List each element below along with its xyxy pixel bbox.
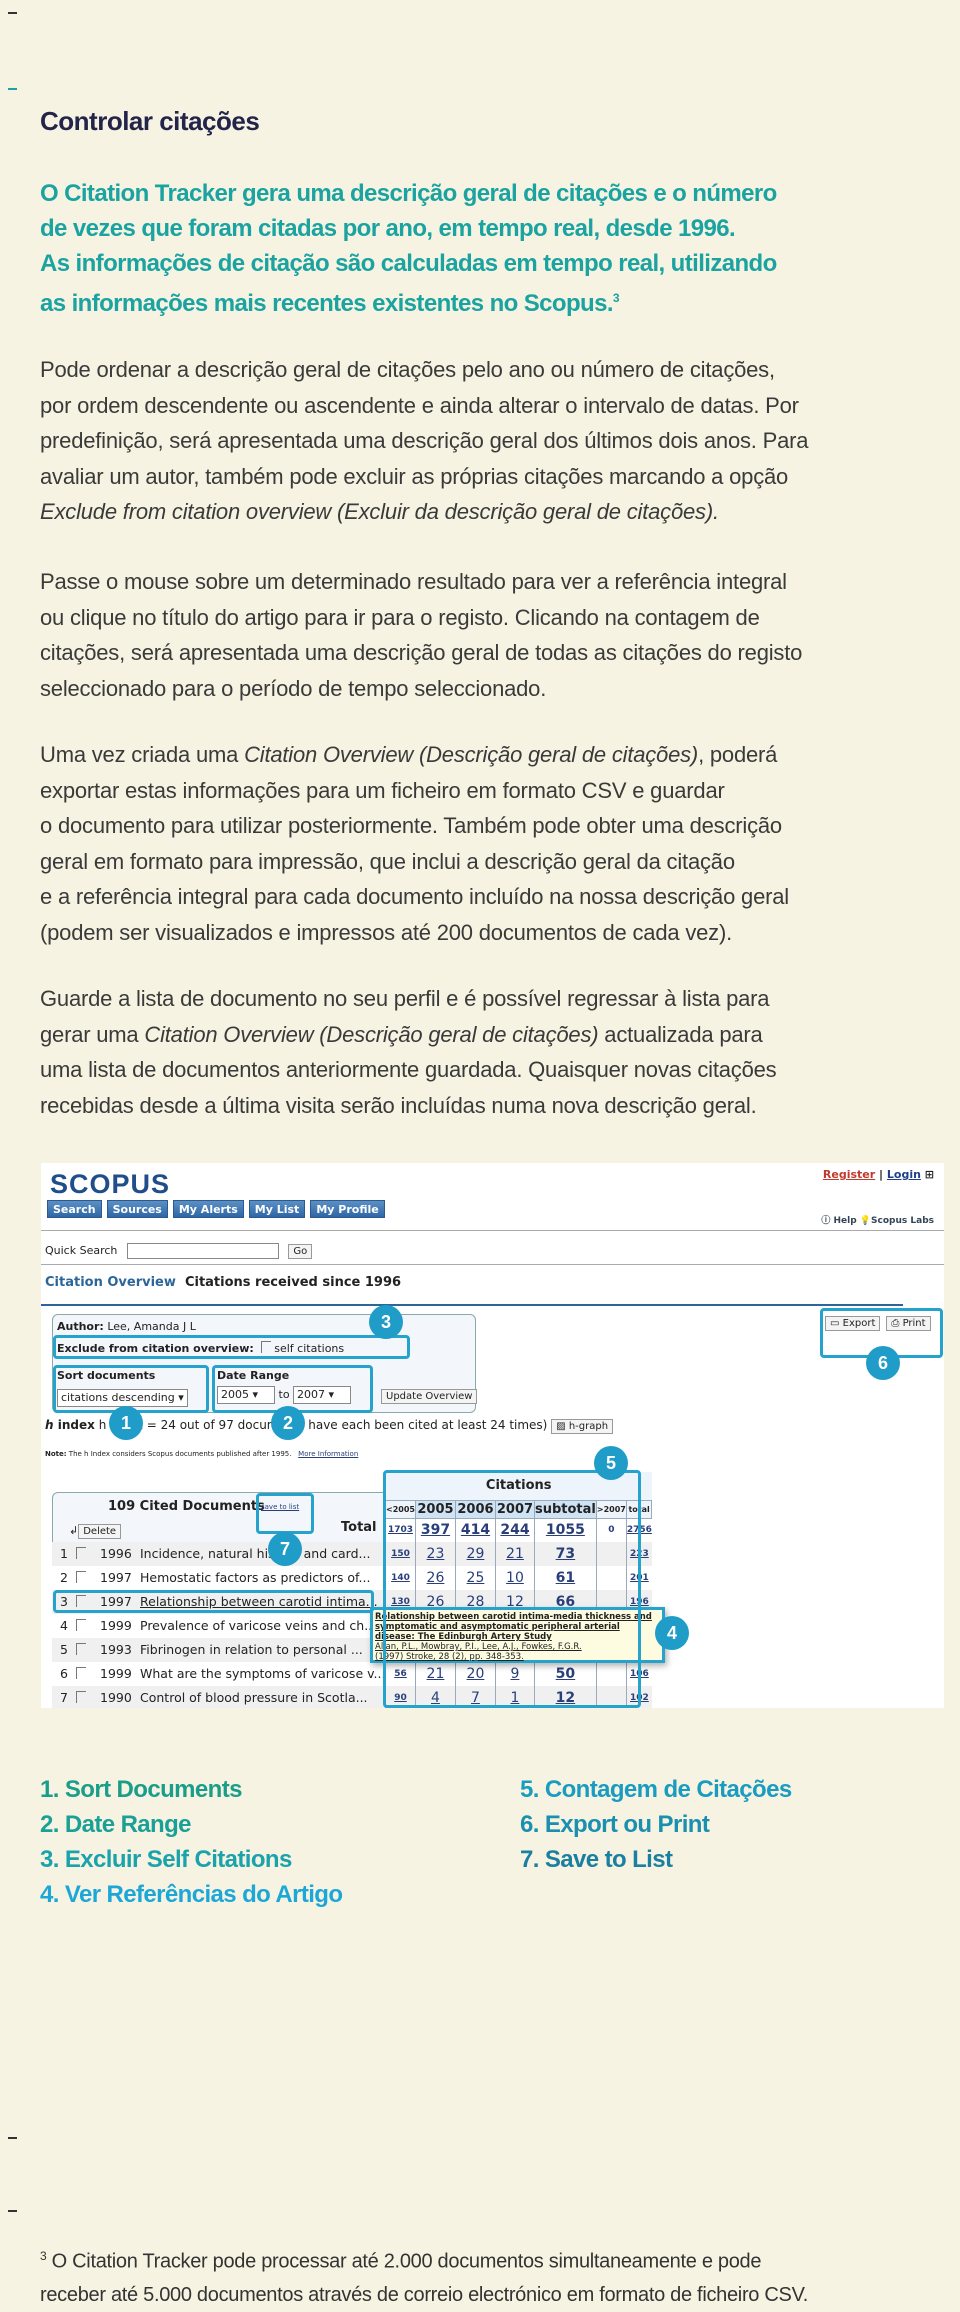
callout-badge-2: 2 <box>271 1406 305 1440</box>
document-row: 7 1990 Control of blood pressure in Scotla… <box>52 1686 387 1708</box>
scopus-logo: SCOPUS <box>50 1169 171 1199</box>
total-label: Total <box>341 1520 377 1535</box>
go-button[interactable]: Go <box>288 1244 313 1259</box>
highlight-save <box>256 1493 314 1534</box>
cited-documents-count: 109 Cited Documents <box>108 1499 265 1514</box>
legend-item: 6. Export ou Print <box>520 1811 710 1838</box>
callout-badge-1: 1 <box>109 1406 143 1440</box>
row-number: 1 <box>60 1546 68 1561</box>
divider <box>8 88 17 90</box>
note-label: Note: <box>45 1450 67 1458</box>
row-year: 1999 <box>100 1618 132 1633</box>
register-link[interactable]: Register <box>823 1168 875 1181</box>
h-index-text: h index = 24 out of 97 documents have ea… <box>98 1418 548 1432</box>
labs-icon: 💡 <box>859 1216 872 1226</box>
divider <box>8 12 17 14</box>
callout-badge-7: 7 <box>268 1532 302 1566</box>
row-checkbox[interactable] <box>76 1547 86 1559</box>
highlight-exclude <box>53 1335 410 1359</box>
legend-item: 4. Ver Referências do Artigo <box>40 1881 343 1908</box>
body-paragraph: Guarde a lista de documento no seu perfi… <box>40 986 777 1118</box>
row-title-link[interactable]: Incidence, natural history and card... <box>140 1542 370 1566</box>
body-paragraph: Pode ordenar a descrição geral de citaçõ… <box>40 357 809 524</box>
legend-item: 1. Sort Documents <box>40 1776 242 1803</box>
divider <box>8 2137 17 2139</box>
highlight-row <box>53 1590 374 1613</box>
row-number: 7 <box>60 1690 68 1705</box>
row-checkbox[interactable] <box>76 1619 86 1631</box>
delete-arrow-icon: ↲ <box>69 1524 79 1537</box>
lead-line: O Citation Tracker gera uma descrição ge… <box>40 180 777 207</box>
quick-search-label: Quick Search <box>45 1244 118 1257</box>
document-row: 2 1997 Hemostatic factors as predictors of… <box>52 1566 387 1590</box>
row-checkbox[interactable] <box>76 1571 86 1583</box>
delete-button[interactable]: Delete <box>78 1524 122 1539</box>
nav-bar: Search Sources My Alerts My List My Profile <box>47 1200 385 1218</box>
legend-item: 3. Excluir Self Citations <box>40 1846 292 1873</box>
author-name: Lee, Amanda J L <box>107 1320 196 1333</box>
legend-item: 5. Contagem de Citações <box>520 1776 792 1803</box>
nav-sources[interactable]: Sources <box>106 1200 168 1218</box>
labs-link[interactable]: Scopus Labs <box>871 1216 934 1226</box>
row-number: 5 <box>60 1642 68 1657</box>
lead-paragraph: O Citation Tracker gera uma descrição ge… <box>40 176 777 321</box>
nav-my-profile[interactable]: My Profile <box>310 1200 385 1218</box>
row-number: 2 <box>60 1570 68 1585</box>
h-graph-button[interactable]: ▨ h-graph <box>551 1419 614 1434</box>
body-paragraph: Passe o mouse sobre um determinado resul… <box>40 569 803 701</box>
row-title-link[interactable]: What are the symptoms of varicose v... <box>140 1662 385 1686</box>
divider <box>41 1264 944 1265</box>
more-info-link[interactable]: More Information <box>298 1450 358 1458</box>
divider <box>8 2210 17 2212</box>
row-year: 1997 <box>100 1570 132 1585</box>
row-year: 1996 <box>100 1546 132 1561</box>
overview-subtitle: Citations received since 1996 <box>184 1275 402 1290</box>
footnote: 3 O Citation Tracker pode processar até … <box>40 2249 809 2306</box>
author-label: Author: <box>57 1320 104 1333</box>
divider <box>41 1304 903 1306</box>
legend-item: 2. Date Range <box>40 1811 192 1838</box>
note-text: The h Index considers Scopus documents p… <box>68 1450 292 1458</box>
page-title: Controlar citações <box>40 106 260 136</box>
update-overview-button[interactable]: Update Overview <box>381 1389 478 1404</box>
row-title-link[interactable]: Fibrinogen in relation to personal ... <box>140 1638 363 1662</box>
help-icon: ⓘ <box>821 1216 831 1226</box>
row-title-link[interactable]: Prevalence of varicose veins and ch... <box>140 1614 376 1638</box>
row-year: 1993 <box>100 1642 132 1657</box>
document-row: 1 1996 Incidence, natural history and card… <box>52 1542 387 1566</box>
callout-badge-5: 5 <box>594 1446 628 1480</box>
nav-search[interactable]: Search <box>47 1200 102 1218</box>
help-link[interactable]: Help <box>834 1216 857 1226</box>
row-year: 1999 <box>100 1666 132 1681</box>
row-title-link[interactable]: Control of blood pressure in Scotla... <box>140 1686 368 1708</box>
login-link[interactable]: Login <box>887 1168 921 1181</box>
row-checkbox[interactable] <box>76 1691 86 1703</box>
document-row: 5 1993 Fibrinogen in relation to personal … <box>52 1638 387 1662</box>
document-row: 6 1999 What are the symptoms of varicose v… <box>52 1662 387 1686</box>
row-checkbox[interactable] <box>76 1643 86 1655</box>
row-number: 4 <box>60 1618 68 1633</box>
nav-my-alerts[interactable]: My Alerts <box>172 1200 244 1218</box>
row-number: 6 <box>60 1666 68 1681</box>
callout-badge-4: 4 <box>655 1616 689 1650</box>
row-checkbox[interactable] <box>76 1667 86 1679</box>
nav-my-list[interactable]: My List <box>248 1200 306 1218</box>
highlight-citations <box>383 1470 641 1708</box>
body-paragraph: Uma vez criada uma Citation Overview (De… <box>40 742 789 945</box>
overview-title: Citation Overview <box>45 1275 176 1290</box>
quick-search-input[interactable] <box>126 1243 279 1259</box>
legend-item: 7. Save to List <box>520 1846 673 1873</box>
document-row: 4 1999 Prevalence of varicose veins and ch… <box>52 1614 387 1638</box>
divider <box>41 1230 944 1231</box>
lead-line: As informações de citação são calculadas… <box>40 250 777 277</box>
row-year: 1990 <box>100 1690 132 1705</box>
lead-line: as informações mais recentes existentes … <box>40 290 620 317</box>
callout-badge-6: 6 <box>866 1346 900 1380</box>
login-icon: ⊞ <box>924 1168 934 1181</box>
scopus-screenshot: SCOPUS Search Sources My Alerts My List My P… <box>41 1163 944 1708</box>
row-title-link[interactable]: Hemostatic factors as predictors of... <box>140 1566 370 1590</box>
lead-line: de vezes que foram citadas por ano, em t… <box>40 215 736 242</box>
callout-badge-3: 3 <box>369 1305 403 1339</box>
